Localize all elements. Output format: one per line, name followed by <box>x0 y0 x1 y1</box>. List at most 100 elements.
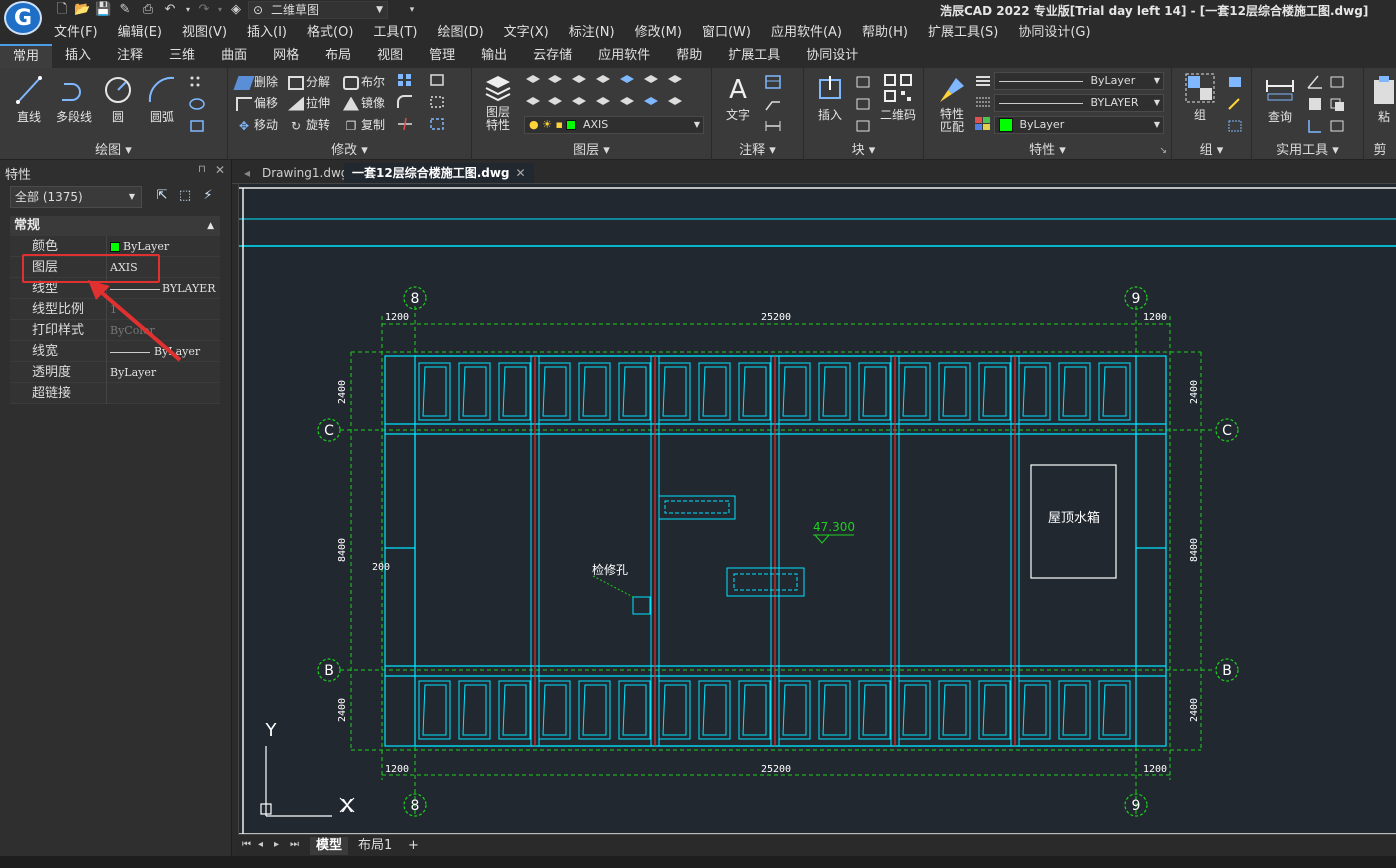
panel-utilities-title[interactable]: 实用工具 ▾ <box>1252 139 1363 158</box>
match-properties-button[interactable]: 特性匹配 <box>930 74 974 134</box>
table-icon[interactable] <box>764 74 782 90</box>
print-icon[interactable]: ⎙ <box>140 2 156 18</box>
layer-tool-3-icon[interactable] <box>570 72 588 88</box>
save-as-icon[interactable]: ✎ <box>117 2 133 18</box>
menu-window[interactable]: 窗口(W) <box>692 22 761 44</box>
ucs-icon[interactable] <box>1306 118 1324 134</box>
paste-button[interactable]: 粘 <box>1368 74 1396 125</box>
panel-block-title[interactable]: 块 ▾ <box>804 139 923 158</box>
open-folder-icon[interactable]: 📂 <box>74 2 90 18</box>
tab-output[interactable]: 输出 <box>468 44 520 68</box>
rectangle-icon[interactable] <box>188 118 206 134</box>
layer-tool-9-icon[interactable] <box>546 94 564 110</box>
dot-grid-icon[interactable] <box>188 74 206 90</box>
general-section-header[interactable]: 常规 ▲ <box>10 216 220 236</box>
undo-icon[interactable]: ↶ <box>162 2 178 18</box>
panel-layer-title[interactable]: 图层 ▾ <box>472 139 711 158</box>
layer-tool-1-icon[interactable] <box>524 72 542 88</box>
color-wheel-icon[interactable] <box>974 116 992 132</box>
tab-home[interactable]: 常用 <box>0 44 53 68</box>
tab-cloud[interactable]: 云存储 <box>520 44 585 68</box>
tab-surface[interactable]: 曲面 <box>208 44 260 68</box>
move-button[interactable]: ✥ 移动 <box>236 115 278 135</box>
offset-button[interactable]: 偏移 <box>236 93 278 113</box>
rotate-button[interactable]: ↻ 旋转 <box>288 115 330 135</box>
calculator-icon[interactable] <box>1306 96 1324 112</box>
panel-annotate-title[interactable]: 注释 ▾ <box>712 139 803 158</box>
layer-tool-10-icon[interactable] <box>570 94 588 110</box>
layer-tool-8-icon[interactable] <box>524 94 542 110</box>
attribute-icon[interactable] <box>854 118 872 134</box>
redo-dropdown-icon[interactable]: ▾ <box>212 2 228 18</box>
menu-text[interactable]: 文字(X) <box>494 22 559 44</box>
angle-icon[interactable] <box>1306 74 1324 90</box>
panel-group-title[interactable]: 组 ▾ <box>1172 139 1251 158</box>
close-tab-icon[interactable]: ✕ <box>516 166 526 180</box>
panel-modify-title[interactable]: 修改 ▾ <box>228 139 471 158</box>
scale-icon[interactable] <box>428 72 446 88</box>
toggle-pickadd-icon[interactable]: ⇱ <box>152 188 172 206</box>
tab-apps[interactable]: 应用软件 <box>585 44 663 68</box>
group-edit-icon[interactable] <box>1226 96 1244 112</box>
first-layout-icon[interactable]: ⏮ <box>242 839 251 850</box>
break-icon[interactable] <box>428 116 446 132</box>
doc-tab-active[interactable]: 一套12层综合楼施工图.dwg ✕ <box>344 163 534 183</box>
ellipse-icon[interactable] <box>188 96 206 112</box>
tab-extensions[interactable]: 扩展工具 <box>715 44 793 68</box>
lineweight-lines-icon[interactable] <box>974 73 992 89</box>
quick-select-icon[interactable]: ⚡ <box>198 188 218 206</box>
insert-block-button[interactable]: 插入 <box>808 72 852 123</box>
tab-insert[interactable]: 插入 <box>52 44 104 68</box>
menu-collab[interactable]: 协同设计(G) <box>1008 22 1100 44</box>
fillet-icon[interactable] <box>396 94 414 110</box>
boolean-button[interactable]: 布尔 <box>343 72 385 92</box>
menu-help[interactable]: 帮助(H) <box>852 22 918 44</box>
dimension-icon[interactable] <box>764 118 782 134</box>
menu-apps[interactable]: 应用软件(A) <box>761 22 852 44</box>
workspace-select[interactable]: ⊙ 二维草图 ▼ <box>248 1 388 19</box>
close-icon[interactable]: ✕ <box>215 163 225 177</box>
layer-tool-6-icon[interactable] <box>642 72 660 88</box>
drawing-canvas[interactable]: 屋顶水箱 检修孔 47.300 8 9 C C B B 8 9 1200 252… <box>238 184 1396 834</box>
menu-edit[interactable]: 编辑(E) <box>108 22 172 44</box>
app-logo[interactable]: G <box>4 1 42 35</box>
query-button[interactable]: 查询 <box>1258 74 1302 125</box>
layer-tool-13-icon[interactable] <box>642 94 660 110</box>
tab-3d[interactable]: 三维 <box>156 44 208 68</box>
select-objects-icon[interactable]: ⬚ <box>175 188 195 206</box>
panel-properties-title[interactable]: 特性 ▾ <box>924 139 1171 158</box>
tab-manage[interactable]: 管理 <box>416 44 468 68</box>
ungroup-icon[interactable] <box>1226 74 1244 90</box>
layer-combo[interactable]: ● ☀ ▪ AXIS ▼ <box>524 116 704 134</box>
new-file-icon[interactable]: 🗋 <box>54 2 70 18</box>
tab-layout[interactable]: 布局 <box>312 44 364 68</box>
delete-button[interactable]: 删除 <box>233 72 278 92</box>
polyline-button[interactable]: 多段线 <box>50 74 98 125</box>
group-button[interactable]: 组 <box>1178 72 1222 123</box>
menu-format[interactable]: 格式(O) <box>297 22 363 44</box>
leader-icon[interactable] <box>764 96 782 112</box>
tab-collab[interactable]: 协同设计 <box>793 44 871 68</box>
menu-view[interactable]: 视图(V) <box>172 22 237 44</box>
circle-button[interactable]: 圆 <box>96 74 140 125</box>
save-icon[interactable]: 💾 <box>95 2 111 18</box>
layer-tool-12-icon[interactable] <box>618 94 636 110</box>
tab-layout1[interactable]: 布局1 <box>352 837 398 855</box>
menu-file[interactable]: 文件(F) <box>44 22 108 44</box>
panel-draw-title[interactable]: 绘图 ▾ <box>0 139 227 158</box>
property-value[interactable] <box>106 383 220 404</box>
last-layout-icon[interactable]: ⏭ <box>290 839 299 850</box>
drawing-svg[interactable]: 屋顶水箱 检修孔 47.300 8 9 C C B B 8 9 1200 252… <box>239 184 1396 834</box>
redo-icon[interactable]: ↷ <box>196 2 212 18</box>
mirror-button[interactable]: 镜像 <box>343 93 385 113</box>
layer-tool-5-icon[interactable] <box>618 72 636 88</box>
stretch-button[interactable]: 拉伸 <box>288 93 330 113</box>
array-icon[interactable] <box>396 72 414 88</box>
id-point-icon[interactable] <box>1328 74 1346 90</box>
tab-annotate[interactable]: 注释 <box>104 44 156 68</box>
arc-button[interactable]: 圆弧 <box>140 74 184 125</box>
add-layout-button[interactable]: + <box>402 837 425 855</box>
chamfer-icon[interactable] <box>428 94 446 110</box>
undo-dropdown-icon[interactable]: ▾ <box>180 2 196 18</box>
linetype-combo[interactable]: ByLayer ▼ <box>994 72 1164 90</box>
